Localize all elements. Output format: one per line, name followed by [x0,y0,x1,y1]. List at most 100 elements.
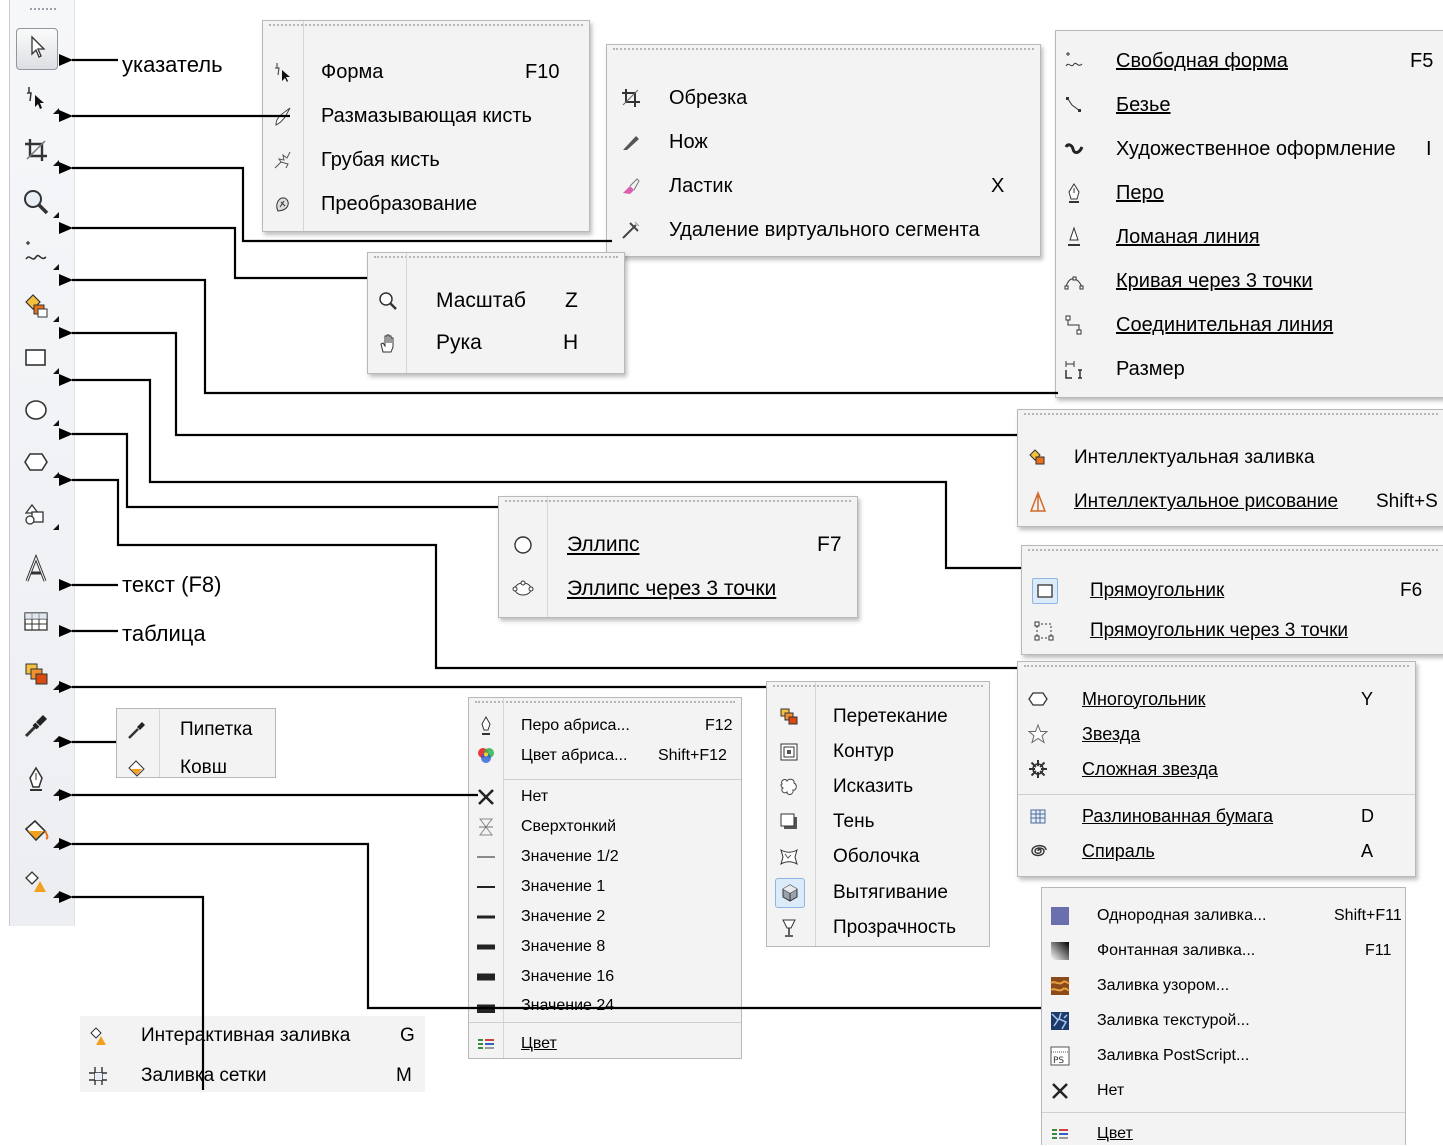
menu-grip[interactable] [1024,413,1438,415]
menu-grip[interactable] [1028,549,1438,551]
menu-grip[interactable] [374,256,618,258]
menu-item-roughen-brush[interactable]: Грубая кисть [263,147,589,173]
menu-item-shape[interactable]: Форма F10 [263,59,589,85]
menu-item-mesh-fill[interactable]: Заливка сетки M [80,1062,425,1090]
menu-item-artistic-media[interactable]: Художественное оформление I [1056,135,1443,163]
menu-item-knife[interactable]: Нож [607,129,1040,155]
menu-item-smart-drawing[interactable]: Интеллектуальное рисование Shift+S [1018,488,1443,516]
menu-item-label: Разлинованная бумага [1082,805,1274,826]
menu-item-blend[interactable]: Перетекание [767,704,989,730]
menu-item-envelope[interactable]: Оболочка [767,844,989,870]
outline-pen-tool-button[interactable] [16,762,59,802]
eraser-icon [619,174,643,198]
menu-item-fountain-fill[interactable]: Фонтанная заливка... F11 [1042,938,1405,964]
menu-item-eraser[interactable]: Ластик X [607,173,1040,199]
hairline-icon [474,815,498,839]
menu-item-connector[interactable]: Соединительная линия [1056,311,1443,339]
menu-item-hand[interactable]: Рука H [368,329,624,357]
roughen-brush-icon [271,148,295,172]
menu-item-pen[interactable]: Перо [1056,179,1443,207]
menu-item-graph-paper[interactable]: Разлинованная бумага D [1018,803,1415,829]
flyout-marker [53,842,59,848]
menu-item-eyedropper[interactable]: Пипетка [117,717,275,743]
menu-item-extrude[interactable]: Вытягивание [767,878,989,908]
menu-grip[interactable] [613,48,1034,50]
smart-fill-tool-button[interactable] [16,288,59,328]
menu-item-width-2[interactable]: Значение 2 [469,905,741,929]
menu-item-contour[interactable]: Контур [767,739,989,765]
menu-item-fill-none[interactable]: Нет [1042,1078,1405,1104]
menu-item-zoom[interactable]: Масштаб Z [368,287,624,315]
menu-item-rectangle[interactable]: Прямоугольник F6 [1022,576,1443,606]
menu-item-3-point-rectangle[interactable]: Прямоугольник через 3 точки [1022,616,1443,646]
menu-item-width-8[interactable]: Значение 8 [469,935,741,959]
blend-icon [777,705,801,729]
ellipse-tool-button[interactable] [16,392,59,432]
basic-shapes-tool-button[interactable] [16,496,59,536]
menu-item-fill-color-docker[interactable]: Цвет [1042,1124,1405,1144]
menu-item-dimension[interactable]: Размер [1056,355,1443,383]
menu-item-polygon[interactable]: Многоугольник Y [1018,686,1415,712]
freehand-tool-button[interactable] [16,236,59,276]
menu-grip[interactable] [1024,665,1409,667]
pick-tool-button[interactable] [16,28,58,70]
menu-grip[interactable] [773,685,983,687]
menu-item-postscript-fill[interactable]: PS Заливка PostScript... [1042,1043,1405,1069]
menu-item-hairline[interactable]: Сверхтонкий [469,815,741,839]
menu-grip[interactable] [269,24,583,26]
menu-item-transform[interactable]: Преобразование [263,191,589,217]
menu-item-3-point-ellipse[interactable]: Эллипс через 3 точки [499,575,857,603]
menu-item-uniform-fill[interactable]: Однородная заливка... Shift+F11 [1042,903,1405,929]
menu-item-drop-shadow[interactable]: Тень [767,809,989,835]
menu-item-3-point-curve[interactable]: Кривая через 3 точки [1056,267,1443,295]
menu-item-outline-color[interactable]: Цвет абриса... Shift+F12 [469,744,741,768]
menu-item-star[interactable]: Звезда [1018,721,1415,747]
flyout-marker [53,420,59,426]
menu-item-freehand[interactable]: Свободная форма F5 [1056,47,1443,75]
menu-item-smart-fill[interactable]: Интеллектуальная заливка [1018,444,1443,472]
menu-item-label: Соединительная линия [1116,313,1334,336]
table-tool-button[interactable] [16,604,56,644]
menu-item-spiral[interactable]: Спираль A [1018,838,1415,864]
menu-item-bezier[interactable]: Безье [1056,91,1443,119]
interactive-fill-tool-button[interactable] [16,864,59,904]
flyout-marker [53,316,59,322]
menu-item-pattern-fill[interactable]: Заливка узором... [1042,973,1405,999]
menu-grip[interactable] [505,500,851,502]
menu-item-label: Оболочка [833,846,920,867]
zoom-icon [21,187,51,222]
shape-tool-button[interactable] [16,80,59,120]
fill-tool-button[interactable] [16,814,59,854]
menu-item-width-half[interactable]: Значение 1/2 [469,845,741,869]
menu-item-width-1[interactable]: Значение 1 [469,875,741,899]
smear-brush-icon [271,104,295,128]
menu-item-polyline[interactable]: Ломаная линия [1056,223,1443,251]
menu-item-outline-color-docker[interactable]: Цвет [469,1032,741,1056]
menu-item-paintbucket[interactable]: Ковш [117,755,275,777]
menu-item-outline-none[interactable]: Нет [469,785,741,809]
rectangle-tool-button[interactable] [16,340,59,380]
blend-tool-button[interactable] [16,656,59,696]
menu-item-shortcut: Shift+F11 [1334,907,1402,924]
menu-grip[interactable] [475,701,735,703]
menu-item-label: Интеллектуальная заливка [1074,447,1315,468]
menu-item-crop[interactable]: Обрезка [607,85,1040,111]
menu-item-interactive-fill[interactable]: Интерактивная заливка G [80,1022,425,1050]
menu-item-texture-fill[interactable]: Заливка текстурой... [1042,1008,1405,1034]
menu-item-width-16[interactable]: Значение 16 [469,965,741,989]
menu-item-transparency[interactable]: Прозрачность [767,915,989,941]
crop-tool-button[interactable] [16,132,59,172]
toolbox-grip[interactable] [30,8,56,10]
eyedropper-tool-button[interactable] [16,708,59,748]
menu-item-smear-brush[interactable]: Размазывающая кисть [263,103,589,129]
menu-item-ellipse[interactable]: Эллипс F7 [499,531,857,559]
polygon-tool-button[interactable] [16,444,59,484]
menu-item-outline-pen[interactable]: Перо абриса... F12 [469,714,741,738]
zoom-tool-button[interactable] [16,184,59,224]
menu-item-virtual-segment-delete[interactable]: Удаление виртуального сегмента [607,217,1040,243]
menu-item-distort[interactable]: Исказить [767,774,989,800]
menu-item-shortcut: F7 [817,533,842,556]
menu-item-complex-star[interactable]: Сложная звезда [1018,756,1415,782]
menu-item-width-24[interactable]: Значение 24 [469,995,741,1013]
text-tool-button[interactable] [16,552,56,592]
